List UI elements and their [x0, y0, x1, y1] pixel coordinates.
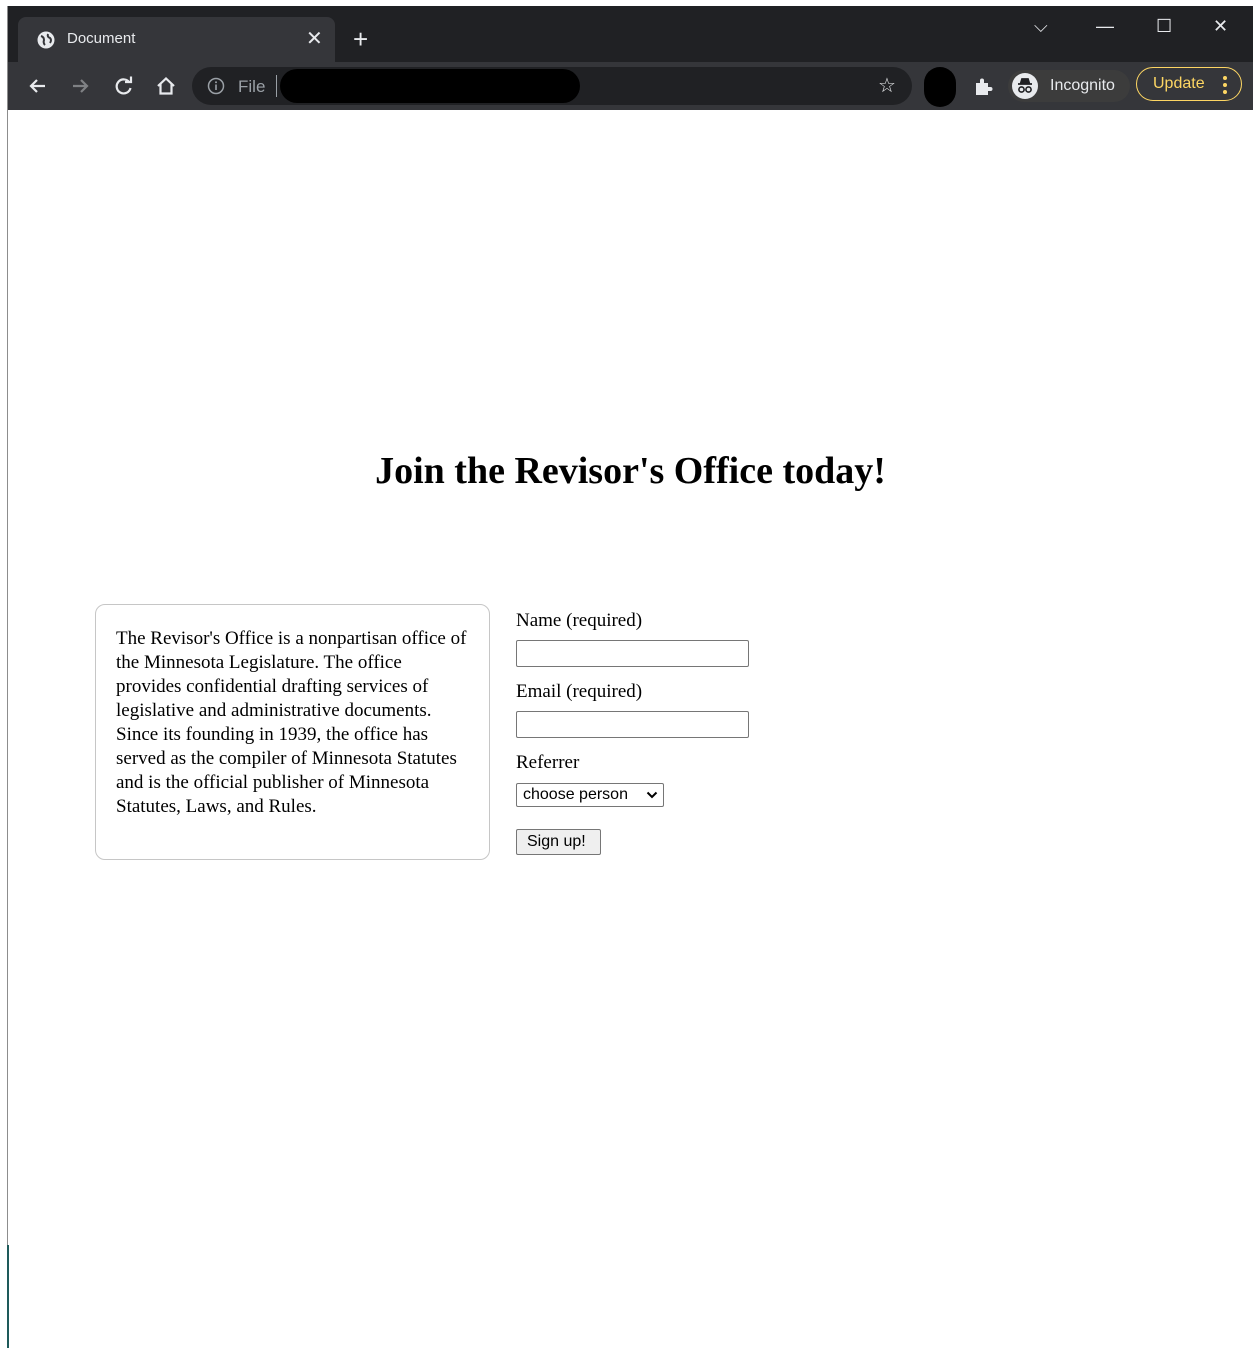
- tab-document[interactable]: Document ✕: [18, 17, 335, 62]
- window-edge-accent: [7, 1245, 9, 1348]
- info-box: The Revisor's Office is a nonpartisan of…: [95, 604, 490, 860]
- bookmark-star-icon[interactable]: ☆: [878, 76, 896, 96]
- signup-button[interactable]: Sign up!: [516, 829, 601, 855]
- address-scheme-label: File: [238, 77, 266, 96]
- referrer-select[interactable]: choose person: [516, 783, 664, 807]
- name-input[interactable]: [516, 640, 749, 667]
- address-divider: [276, 75, 277, 97]
- update-button[interactable]: Update: [1136, 67, 1242, 101]
- back-button[interactable]: [24, 72, 52, 100]
- tab-strip: Document ✕ + ⌵ — ☐ ✕: [8, 6, 1253, 62]
- incognito-indicator[interactable]: Incognito: [1008, 70, 1130, 102]
- tab-title: Document: [67, 30, 136, 47]
- signup-button-label: Sign up!: [527, 833, 586, 850]
- email-input[interactable]: [516, 711, 749, 738]
- referrer-selected-value: choose person: [523, 786, 628, 803]
- window-left-edge: [0, 6, 8, 1348]
- page-title: Join the Revisor's Office today!: [375, 450, 886, 492]
- update-label: Update: [1153, 75, 1205, 92]
- incognito-icon: [1012, 73, 1038, 99]
- browser-toolbar: File ☆ Incognito Update: [8, 62, 1253, 110]
- extensions-icon[interactable]: [972, 76, 994, 98]
- incognito-label: Incognito: [1050, 77, 1115, 94]
- info-text: The Revisor's Office is a nonpartisan of…: [116, 628, 467, 817]
- forward-button[interactable]: [66, 72, 94, 100]
- url-redaction: [280, 69, 580, 103]
- home-button[interactable]: [152, 72, 180, 100]
- arrow-left-icon: [29, 79, 45, 93]
- reload-icon: [115, 76, 133, 95]
- browser-chrome: Document ✕ + ⌵ — ☐ ✕ File ☆ Incognito Up…: [8, 6, 1253, 110]
- globe-icon: [37, 31, 55, 49]
- arrow-right-icon: [73, 79, 89, 93]
- home-icon: [157, 76, 175, 95]
- address-bar[interactable]: File ☆: [192, 67, 912, 105]
- email-label: Email (required): [516, 681, 643, 702]
- new-tab-button[interactable]: +: [353, 25, 368, 53]
- tab-search-icon[interactable]: ⌵: [1034, 14, 1048, 38]
- chevron-down-icon: [646, 791, 658, 799]
- kebab-menu-icon[interactable]: [1221, 74, 1229, 96]
- minimize-icon[interactable]: —: [1096, 14, 1114, 38]
- profile-redaction: [924, 67, 956, 107]
- info-icon[interactable]: [207, 77, 225, 95]
- reload-button[interactable]: [110, 72, 138, 100]
- maximize-icon[interactable]: ☐: [1156, 14, 1172, 38]
- referrer-label: Referrer: [516, 752, 580, 773]
- name-label: Name (required): [516, 610, 643, 631]
- tab-close-icon[interactable]: ✕: [306, 27, 323, 51]
- close-window-icon[interactable]: ✕: [1213, 14, 1228, 38]
